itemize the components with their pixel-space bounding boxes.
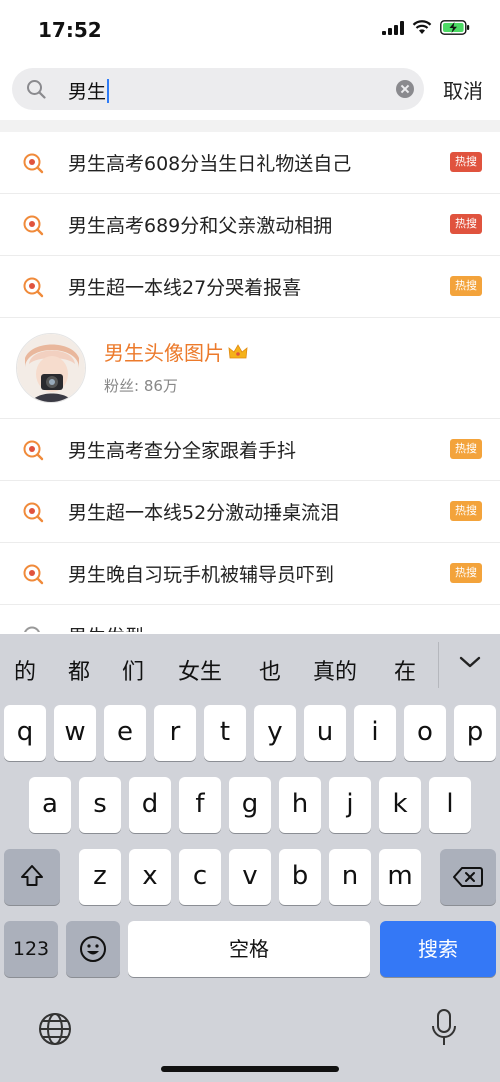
emoji-key[interactable] — [66, 921, 120, 977]
home-indicator — [161, 1066, 339, 1072]
keyboard: 的 都 们 女生 也 真的 在 q w e r t y u i o p a s … — [0, 634, 500, 1082]
key-o[interactable]: o — [404, 705, 446, 761]
key-g[interactable]: g — [229, 777, 271, 833]
candidate-word[interactable]: 们 — [122, 654, 144, 686]
status-icons — [382, 20, 470, 35]
section-divider — [0, 120, 500, 132]
key-m[interactable]: m — [379, 849, 421, 905]
battery-charging-icon — [440, 20, 470, 35]
key-f[interactable]: f — [179, 777, 221, 833]
key-w[interactable]: w — [54, 705, 96, 761]
backspace-icon — [453, 867, 483, 887]
search-query: 男生 — [68, 77, 110, 104]
mic-icon[interactable] — [430, 1008, 458, 1048]
candidate-bar: 的 都 们 女生 也 真的 在 — [0, 634, 500, 696]
search-button[interactable]: 搜索 — [380, 921, 496, 977]
key-y[interactable]: y — [254, 705, 296, 761]
candidate-word[interactable]: 在 — [394, 654, 416, 686]
candidate-word[interactable]: 都 — [68, 654, 90, 686]
key-j[interactable]: j — [329, 777, 371, 833]
emoji-icon — [80, 936, 106, 962]
hot-search-icon — [23, 502, 44, 523]
avatar[interactable] — [16, 333, 86, 403]
suggestion-text: 男生高考689分和父亲激动相拥 — [68, 215, 333, 237]
key-h[interactable]: h — [279, 777, 321, 833]
key-r[interactable]: r — [154, 705, 196, 761]
chevron-down-icon[interactable] — [458, 654, 482, 670]
suggestion-item[interactable]: 男生超一本线27分哭着报喜 热搜 — [0, 256, 500, 318]
suggestion-text: 男生高考查分全家跟着手抖 — [68, 440, 297, 462]
hot-search-icon — [23, 564, 44, 585]
key-z[interactable]: z — [79, 849, 121, 905]
suggestion-item[interactable]: 男生发型 — [0, 605, 500, 632]
suggestion-text: 男生发型 — [68, 622, 144, 632]
hot-badge: 热搜 — [450, 439, 482, 459]
user-result[interactable]: 男生头像图片 粉丝: 86万 — [0, 319, 500, 419]
hot-search-icon — [23, 153, 44, 174]
suggestion-item[interactable]: 男生高考689分和父亲激动相拥 热搜 — [0, 194, 500, 256]
shift-icon — [21, 865, 43, 886]
user-fans: 粉丝: 86万 — [104, 377, 178, 395]
text-caret — [107, 78, 110, 103]
numbers-key[interactable]: 123 — [4, 921, 58, 977]
signal-icon — [382, 20, 404, 35]
suggestion-text: 男生超一本线52分激动捶桌流泪 — [68, 502, 340, 524]
key-u[interactable]: u — [304, 705, 346, 761]
status-time: 17:52 — [38, 18, 102, 42]
hot-badge: 热搜 — [450, 501, 482, 521]
key-t[interactable]: t — [204, 705, 246, 761]
key-v[interactable]: v — [229, 849, 271, 905]
hot-badge: 热搜 — [450, 563, 482, 583]
candidate-word[interactable]: 也 — [259, 654, 281, 686]
suggestion-text: 男生超一本线27分哭着报喜 — [68, 277, 302, 299]
key-d[interactable]: d — [129, 777, 171, 833]
key-n[interactable]: n — [329, 849, 371, 905]
status-bar: 17:52 — [0, 0, 500, 60]
space-key[interactable]: 空格 — [128, 921, 370, 977]
candidate-word[interactable]: 的 — [14, 654, 36, 686]
hot-badge: 热搜 — [450, 276, 482, 296]
key-x[interactable]: x — [129, 849, 171, 905]
hot-search-icon — [23, 277, 44, 298]
hot-badge: 热搜 — [450, 152, 482, 172]
key-s[interactable]: s — [79, 777, 121, 833]
clear-icon[interactable] — [396, 80, 414, 98]
suggestion-item[interactable]: 男生高考查分全家跟着手抖 热搜 — [0, 419, 500, 481]
search-header: 男生 取消 — [0, 60, 500, 120]
crown-icon — [228, 343, 248, 358]
key-q[interactable]: q — [4, 705, 46, 761]
shift-key[interactable] — [4, 849, 60, 905]
backspace-key[interactable] — [440, 849, 496, 905]
suggestion-item[interactable]: 男生晚自习玩手机被辅导员吓到 热搜 — [0, 543, 500, 605]
candidate-word[interactable]: 女生 — [178, 654, 222, 686]
search-input[interactable]: 男生 — [12, 68, 424, 110]
user-name-text: 男生头像图片 — [104, 341, 224, 365]
hot-badge: 热搜 — [450, 214, 482, 234]
suggestion-item[interactable]: 男生超一本线52分激动捶桌流泪 热搜 — [0, 481, 500, 543]
search-icon — [27, 80, 46, 99]
key-i[interactable]: i — [354, 705, 396, 761]
key-c[interactable]: c — [179, 849, 221, 905]
cancel-button[interactable]: 取消 — [443, 75, 483, 104]
candidate-separator — [438, 642, 439, 688]
hot-search-icon — [23, 440, 44, 461]
globe-icon[interactable] — [38, 1012, 72, 1046]
avatar-image — [17, 334, 85, 402]
hot-search-icon — [23, 215, 44, 236]
key-k[interactable]: k — [379, 777, 421, 833]
user-name: 男生头像图片 — [104, 337, 248, 366]
suggestion-text: 男生高考608分当生日礼物送自己 — [68, 153, 352, 175]
search-query-text: 男生 — [68, 81, 107, 103]
key-b[interactable]: b — [279, 849, 321, 905]
suggestion-text: 男生晚自习玩手机被辅导员吓到 — [68, 564, 335, 586]
key-p[interactable]: p — [454, 705, 496, 761]
search-icon — [24, 626, 40, 632]
key-e[interactable]: e — [104, 705, 146, 761]
candidate-word[interactable]: 真的 — [313, 654, 357, 686]
key-a[interactable]: a — [29, 777, 71, 833]
suggestion-item[interactable]: 男生高考608分当生日礼物送自己 热搜 — [0, 132, 500, 194]
wifi-icon — [412, 20, 432, 34]
key-l[interactable]: l — [429, 777, 471, 833]
suggestion-list: 男生高考608分当生日礼物送自己 热搜 男生高考689分和父亲激动相拥 热搜 男… — [0, 132, 500, 632]
